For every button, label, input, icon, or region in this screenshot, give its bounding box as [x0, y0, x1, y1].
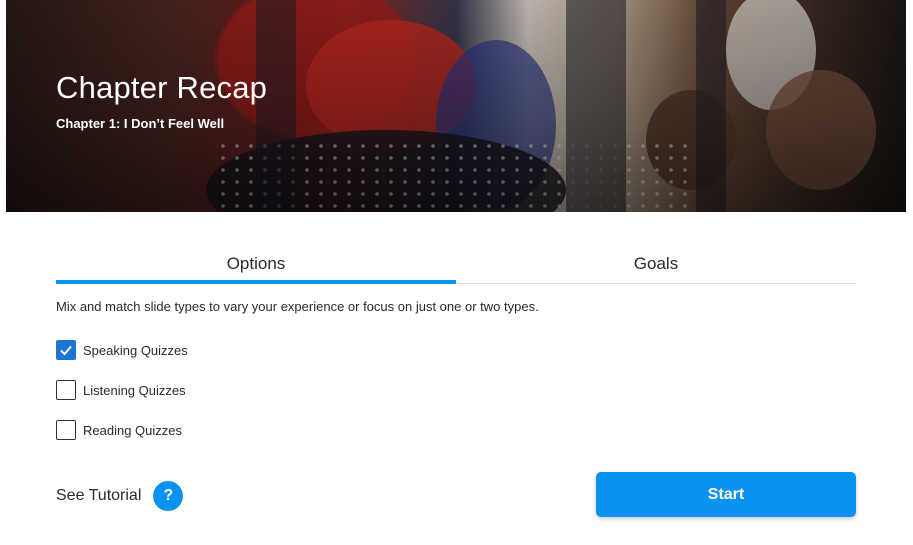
hero-banner: Chapter Recap Chapter 1: I Don’t Feel We…	[6, 0, 906, 212]
option-speaking-quizzes[interactable]: Speaking Quizzes	[56, 340, 188, 360]
page-title: Chapter Recap	[56, 70, 268, 105]
option-label: Reading Quizzes	[83, 422, 182, 438]
question-circle-icon[interactable]: ?	[153, 481, 184, 511]
option-listening-quizzes[interactable]: Listening Quizzes	[56, 380, 186, 400]
checkmark-icon	[60, 345, 72, 356]
chapter-subtitle: Chapter 1: I Don’t Feel Well	[56, 116, 225, 131]
start-button[interactable]: Start	[596, 472, 856, 517]
option-reading-quizzes[interactable]: Reading Quizzes	[56, 420, 182, 440]
listening-quizzes-checkbox[interactable]	[56, 380, 76, 400]
reading-quizzes-checkbox[interactable]	[56, 420, 76, 440]
speaking-quizzes-checkbox[interactable]	[56, 340, 76, 360]
tab-goals[interactable]: Goals	[456, 246, 856, 283]
options-description: Mix and match slide types to vary your e…	[56, 299, 539, 314]
see-tutorial-link[interactable]: See Tutorial ?	[56, 481, 184, 511]
tab-bar: Options Goals	[56, 246, 856, 284]
option-label: Speaking Quizzes	[83, 342, 188, 358]
tab-options[interactable]: Options	[56, 246, 456, 284]
option-label: Listening Quizzes	[83, 382, 186, 398]
recap-page: Chapter Recap Chapter 1: I Don’t Feel We…	[0, 0, 913, 545]
tutorial-label: See Tutorial	[56, 487, 142, 504]
